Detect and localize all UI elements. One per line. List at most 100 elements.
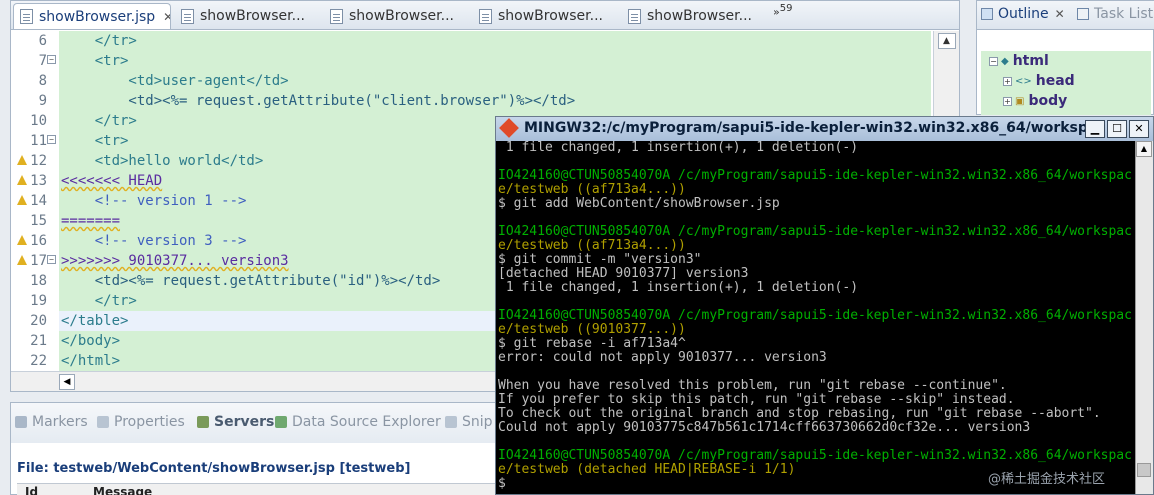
node-label: head [1035,73,1075,89]
maximize-button[interactable]: ☐ [1107,120,1127,138]
line-number: 8 [11,71,59,91]
tab-label: Markers [32,414,88,430]
fold-icon[interactable]: − [47,135,56,144]
tab-showbrowser-3[interactable]: showBrowser... [324,3,469,29]
tab-properties[interactable]: Properties [97,414,185,430]
warning-icon[interactable] [17,175,27,185]
code-text: ======= [61,213,121,229]
terminal-title-bar[interactable]: MINGW32:/c/myProgram/sapui5-ide-kepler-w… [496,117,1153,141]
desktop: showBrowser.jsp ✕ showBrowser... showBro… [0,0,1154,495]
terminal-line: IO424160@CTUN50854070A /c/myProgram/sapu… [498,168,1132,183]
terminal-line: $ git commit -m "version3" [498,252,702,267]
jsp-file-icon [479,8,492,24]
overflow-chevron-icon: » [773,5,780,19]
tab-markers[interactable]: Markers [15,414,88,430]
close-icon[interactable]: ✕ [163,10,170,24]
code-text: </table> [61,313,129,329]
tab-showbrowser-5[interactable]: showBrowser... [622,3,767,29]
tab-label: showBrowser.jsp [39,8,156,25]
code-line[interactable]: 9 <td><%= request.getAttribute("client.b… [11,91,931,111]
bottom-tab-bar: Markers Properties Servers Data Source E… [11,403,511,443]
terminal-line: Could not apply 90103775c847b561c1714cff… [498,420,1031,435]
tab-snippets[interactable]: Snip [445,414,493,430]
git-bash-terminal[interactable]: MINGW32:/c/myProgram/sapui5-ide-kepler-w… [495,116,1154,495]
warning-icon[interactable] [17,235,27,245]
code-line[interactable]: 7− <tr> [11,51,931,71]
terminal-line: 1 file changed, 1 insertion(+), 1 deleti… [498,280,859,295]
code-text: <tr> [61,133,129,149]
fold-icon[interactable]: − [47,55,56,64]
terminal-line: e/testweb ((9010377...)) [498,322,686,337]
html-element-icon: ◆ [1001,55,1009,67]
code-line[interactable]: 8 <td>user-agent</td> [11,71,931,91]
tab-label: Outline [998,6,1049,22]
tab-servers[interactable]: Servers [197,414,274,430]
warning-icon[interactable] [17,255,27,265]
terminal-line: IO424160@CTUN50854070A /c/myProgram/sapu… [498,448,1132,463]
minimize-button[interactable]: ▁ [1085,120,1105,138]
close-icon[interactable]: ✕ [1055,7,1065,21]
file-label: File: testweb/WebContent/showBrowser.jsp… [17,461,411,476]
tab-label: showBrowser... [200,8,305,24]
expand-icon[interactable]: + [1003,76,1012,86]
terminal-line: e/testweb (detached HEAD|REBASE-i 1/1) [498,462,796,477]
code-text: </tr> [61,113,137,129]
terminal-scrollbar[interactable]: ▲ [1135,141,1153,494]
tab-data-source-explorer[interactable]: Data Source Explorer [275,414,441,430]
outline-node-body[interactable]: + ▣ body [1003,93,1067,109]
tab-label: Servers [214,414,275,430]
outline-panel: Outline ✕ Task List − ◆ html + <> head +… [976,0,1154,115]
tab-outline[interactable]: Outline ✕ [981,6,1065,22]
expand-icon[interactable]: + [1003,96,1012,106]
code-line[interactable]: 6 </tr> [11,31,931,51]
tab-showbrowser-4[interactable]: showBrowser... [473,3,618,29]
line-number: 10 [11,111,59,131]
outline-tree: − ◆ html + <> head + ▣ body [981,51,1151,115]
code-text: >>>>>>> 9010377... version3 [61,253,289,269]
code-text: <td><%= request.getAttribute("id")%></td… [61,273,441,289]
line-number: 22 [11,351,59,371]
tab-showbrowser-2[interactable]: showBrowser... [175,3,320,29]
tab-showbrowser-active[interactable]: showBrowser.jsp ✕ [13,3,171,29]
warning-icon[interactable] [17,155,27,165]
terminal-title: MINGW32:/c/myProgram/sapui5-ide-kepler-w… [524,120,1104,136]
fold-icon[interactable]: − [47,255,56,264]
terminal-output[interactable]: 1 file changed, 1 insertion(+), 1 deleti… [498,141,1134,493]
tab-label: Data Source Explorer [292,414,441,430]
close-button[interactable]: ✕ [1129,120,1149,138]
snippets-icon [445,416,457,428]
tab-overflow-button[interactable]: »59 [773,3,792,19]
watermark: @稀土掘金技术社区 [988,472,1106,487]
jsp-file-icon [181,8,194,24]
scroll-up-icon[interactable]: ▲ [937,33,956,49]
outline-node-html[interactable]: − ◆ html [989,53,1049,69]
code-text: </body> [61,333,121,349]
overflow-count: 59 [779,3,793,14]
outline-node-head[interactable]: + <> head [1003,73,1075,89]
code-text: </tr> [61,293,137,309]
tab-label: Task List [1094,6,1154,22]
tab-label: Snip [462,414,493,430]
node-label: html [1012,53,1049,69]
line-number: 20 [11,311,59,331]
terminal-line: When you have resolved this problem, run… [498,378,1007,393]
node-label: body [1028,93,1068,109]
scroll-up-icon[interactable]: ▲ [1136,141,1152,157]
collapse-icon[interactable]: − [989,56,998,66]
scroll-thumb[interactable] [1137,463,1151,477]
outline-icon [981,8,993,20]
markers-icon [15,416,27,428]
terminal-line: To check out the original branch and sto… [498,406,1101,421]
terminal-line: $ git add WebContent/showBrowser.jsp [498,196,780,211]
column-header-message[interactable]: Message [93,485,152,495]
column-header-id[interactable]: Id [25,485,38,495]
code-text: <td>user-agent</td> [61,73,289,89]
code-text: </html> [61,353,121,369]
task-list-icon [1077,8,1089,20]
line-number: 18 [11,271,59,291]
code-text: <tr> [61,53,129,69]
warning-icon[interactable] [17,195,27,205]
scroll-left-icon[interactable]: ◀ [59,374,75,390]
tab-label: showBrowser... [349,8,454,24]
tab-task-list[interactable]: Task List [1077,6,1153,22]
